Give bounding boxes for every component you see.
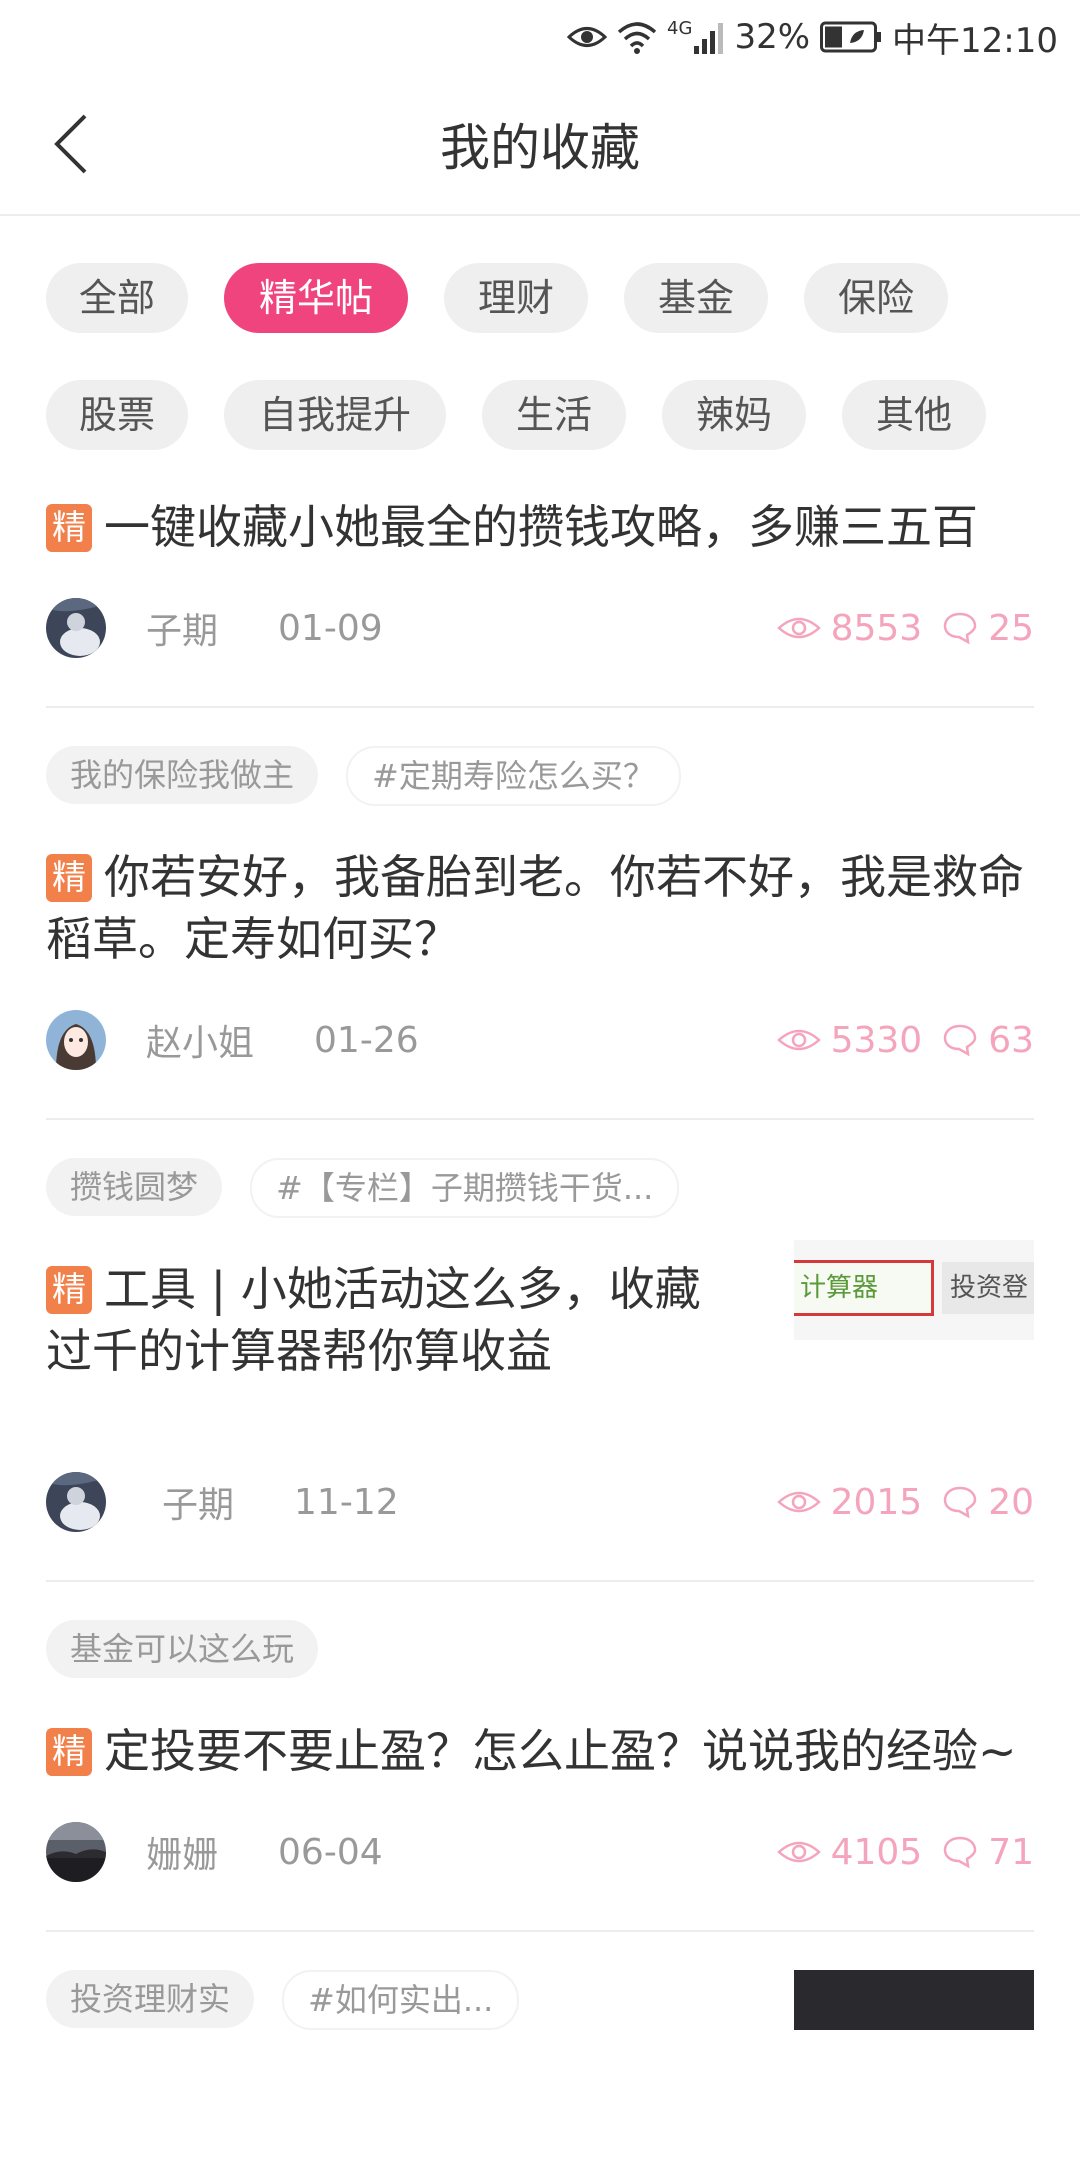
post-card[interactable]: 投资理财实 #如何实出...: [46, 1932, 1034, 2030]
post-card[interactable]: 攒钱圆梦 #【专栏】子期攒钱干货... 精工具 | 小她活动这么多，收藏过千的计…: [46, 1120, 1034, 1582]
comment-count: 20: [988, 1481, 1034, 1523]
post-meta: 子期 11-12 2015 20: [46, 1472, 1034, 1532]
wifi-icon: [617, 20, 657, 54]
post-tag[interactable]: 基金可以这么玩: [46, 1620, 319, 1678]
comment-icon: [943, 612, 977, 645]
thumb-invest: 投资登: [942, 1262, 1034, 1314]
post-date: 01-09: [278, 607, 383, 649]
post-thumbnail[interactable]: 计算器 投资登: [794, 1240, 1034, 1340]
comment-icon: [943, 1024, 977, 1057]
post-meta: 赵小姐 01-26 5330 63: [46, 1010, 1034, 1070]
featured-badge: 精: [46, 504, 92, 552]
eye-icon: [776, 1029, 821, 1051]
author-name[interactable]: 子期: [162, 1476, 234, 1528]
eye-comfort-icon: [567, 22, 608, 52]
post-tag[interactable]: 投资理财实: [46, 1970, 255, 2028]
avatar[interactable]: [46, 1010, 106, 1070]
post-title-text: 你若安好，我备胎到老。你若不好，我是救命稻草。定寿如何买？: [46, 850, 1024, 966]
page-title: 我的收藏: [440, 119, 640, 177]
post-title-text: 定投要不要止盈？怎么止盈？说说我的经验~: [104, 1724, 1017, 1778]
view-count: 8553: [830, 607, 923, 649]
filter-chip-finance[interactable]: 理财: [444, 263, 588, 333]
post-date: 06-04: [278, 1831, 383, 1873]
post-meta: 子期 01-09 8553 25: [46, 598, 1034, 658]
comment-count: 63: [988, 1019, 1034, 1061]
view-count: 4105: [830, 1831, 923, 1873]
post-tags: 我的保险我做主 #定期寿险怎么买？: [46, 708, 1034, 806]
filter-chip-all[interactable]: 全部: [46, 263, 188, 333]
cellular-signal-icon: 4G: [667, 20, 724, 54]
status-icons: 4G 32% 中午12:10: [567, 12, 1058, 62]
post-thumbnail[interactable]: [794, 1970, 1034, 2030]
post-topic-tag[interactable]: #【专栏】子期攒钱干货...: [250, 1158, 680, 1218]
filter-chip-other[interactable]: 其他: [842, 380, 986, 450]
post-stats: 8553 25: [776, 598, 1034, 658]
avatar[interactable]: [46, 598, 106, 658]
post-stats: 2015 20: [776, 1472, 1034, 1532]
post-card[interactable]: 基金可以这么玩 精定投要不要止盈？怎么止盈？说说我的经验~ 姗姗 06-04 4…: [46, 1582, 1034, 1932]
post-topic-tag[interactable]: #定期寿险怎么买？: [346, 746, 681, 806]
avatar[interactable]: [46, 1472, 106, 1532]
comment-icon: [943, 1486, 977, 1519]
filter-chip-stocks[interactable]: 股票: [46, 380, 188, 450]
post-tag[interactable]: 攒钱圆梦: [46, 1158, 223, 1216]
post-meta: 姗姗 06-04 4105 71: [46, 1822, 1034, 1882]
post-tags: 基金可以这么玩: [46, 1582, 1034, 1680]
network-type: 4G: [667, 18, 693, 39]
filter-row-2: 股票 自我提升 生活 辣妈 其他: [46, 380, 1022, 450]
avatar[interactable]: [46, 1822, 106, 1882]
filter-chip-life[interactable]: 生活: [482, 380, 626, 450]
filter-chip-fund[interactable]: 基金: [624, 263, 768, 333]
post-tag[interactable]: 我的保险我做主: [46, 746, 319, 804]
author-name[interactable]: 姗姗: [146, 1826, 218, 1878]
nav-bar: 我的收藏: [0, 72, 1080, 216]
author-name[interactable]: 赵小姐: [146, 1014, 254, 1066]
view-count: 2015: [830, 1481, 923, 1523]
filter-chip-moms[interactable]: 辣妈: [662, 380, 806, 450]
eye-icon: [776, 1491, 821, 1513]
featured-badge: 精: [46, 1266, 92, 1314]
eye-icon: [776, 617, 821, 639]
battery-icon: [820, 21, 882, 53]
post-title-text: 一键收藏小她最全的攒钱攻略，多赚三五百: [104, 500, 978, 554]
clock: 中午12:10: [892, 20, 1058, 61]
post-card[interactable]: 精一键收藏小她最全的攒钱攻略，多赚三五百 子期 01-09 8553 25: [46, 466, 1034, 708]
filter-chip-insurance[interactable]: 保险: [804, 263, 948, 333]
post-stats: 5330 63: [776, 1010, 1034, 1070]
status-bar: 4G 32% 中午12:10: [0, 0, 1080, 72]
post-list[interactable]: 精一键收藏小她最全的攒钱攻略，多赚三五百 子期 01-09 8553 25 我的…: [0, 466, 1080, 2160]
post-card[interactable]: 我的保险我做主 #定期寿险怎么买？ 精你若安好，我备胎到老。你若不好，我是救命稻…: [46, 708, 1034, 1120]
post-topic-tag[interactable]: #如何实出...: [282, 1970, 520, 2030]
post-tags: 攒钱圆梦 #【专栏】子期攒钱干货...: [46, 1120, 1034, 1218]
featured-badge: 精: [46, 854, 92, 902]
post-title[interactable]: 精工具 | 小她活动这么多，收藏过千的计算器帮你算收益: [46, 1258, 736, 1382]
clipped-tags: [56, 466, 936, 476]
comment-count: 71: [988, 1831, 1034, 1873]
battery-percent: 32%: [734, 17, 811, 57]
eye-icon: [776, 1841, 821, 1863]
filter-row-1: 全部 精华帖 理财 基金 保险: [46, 263, 984, 333]
post-title[interactable]: 精一键收藏小她最全的攒钱攻略，多赚三五百: [46, 496, 1034, 558]
filter-chip-featured[interactable]: 精华帖: [224, 263, 408, 333]
featured-badge: 精: [46, 1728, 92, 1776]
filter-chip-self-improvement[interactable]: 自我提升: [224, 380, 446, 450]
post-title[interactable]: 精定投要不要止盈？怎么止盈？说说我的经验~: [46, 1720, 1034, 1782]
thumb-calculator: 计算器: [794, 1260, 934, 1316]
comment-count: 25: [988, 607, 1034, 649]
post-date: 01-26: [314, 1019, 419, 1061]
post-stats: 4105 71: [776, 1822, 1034, 1882]
post-title-text: 工具 | 小她活动这么多，收藏过千的计算器帮你算收益: [46, 1262, 701, 1378]
author-name[interactable]: 子期: [146, 602, 218, 654]
view-count: 5330: [830, 1019, 923, 1061]
post-title[interactable]: 精你若安好，我备胎到老。你若不好，我是救命稻草。定寿如何买？: [46, 846, 1034, 970]
comment-icon: [943, 1836, 977, 1869]
post-date: 11-12: [294, 1481, 399, 1523]
